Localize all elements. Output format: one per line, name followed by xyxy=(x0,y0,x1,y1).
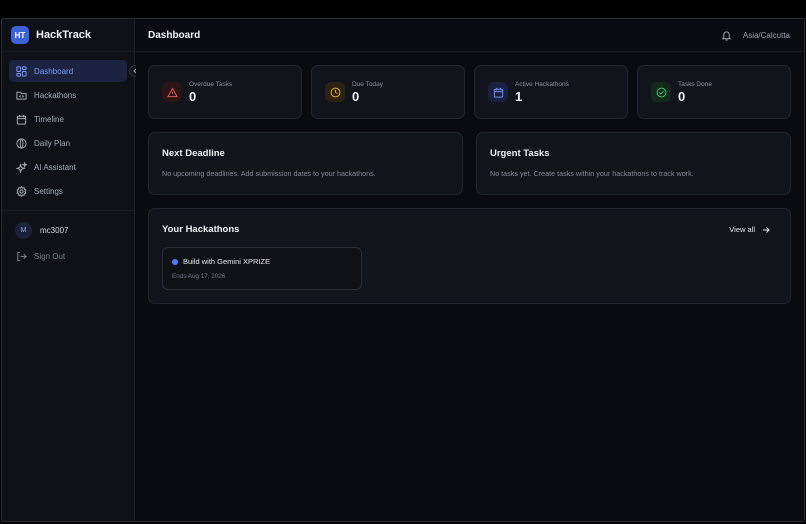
alert-triangle-icon xyxy=(166,86,178,97)
compass-icon xyxy=(16,137,27,149)
sidebar-item-label: Dashboard xyxy=(34,66,74,76)
card-text: No tasks yet. Create tasks within your h… xyxy=(490,169,694,178)
app-window: HT HackTrack Dashboard Hackathons Timeli… xyxy=(1,18,805,522)
timezone-label: Asia/Calcutta xyxy=(742,30,790,40)
stat-value: 1 xyxy=(515,88,523,104)
brand[interactable]: HT HackTrack xyxy=(2,19,134,52)
folder-code-icon xyxy=(16,91,27,100)
stat-card-overdue: Overdue Tasks 0 xyxy=(148,65,302,119)
stat-icon-bg xyxy=(651,82,671,102)
view-all-label: View all xyxy=(729,225,755,234)
hackathons-title: Your Hackathons xyxy=(162,224,240,235)
gear-icon xyxy=(16,185,27,197)
sidebar-item-label: Settings xyxy=(34,186,63,196)
sidebar-item-hackathons[interactable]: Hackathons xyxy=(9,84,127,106)
stat-card-tasks-done: Tasks Done 0 xyxy=(637,65,791,119)
stat-card-active-hackathons: Active Hackathons 1 xyxy=(474,65,628,119)
calendar-icon xyxy=(16,114,27,125)
urgent-tasks-card: Urgent Tasks No tasks yet. Create tasks … xyxy=(476,132,791,195)
card-title: Urgent Tasks xyxy=(490,148,550,159)
stat-card-due-today: Due Today 0 xyxy=(311,65,465,119)
stat-value: 0 xyxy=(189,88,197,104)
sidebar-item-daily-plan[interactable]: Daily Plan xyxy=(9,132,127,154)
sidebar-item-timeline[interactable]: Timeline xyxy=(9,108,127,130)
sign-out-button[interactable]: Sign Out xyxy=(9,245,127,267)
card-title: Next Deadline xyxy=(162,148,225,159)
user-profile[interactable]: M mc3007 xyxy=(9,219,127,241)
dashboard-content: Overdue Tasks 0 Due Today 0 Active Hacka… xyxy=(136,52,804,304)
top-strip xyxy=(0,0,806,18)
stat-label: Active Hackathons xyxy=(515,80,569,88)
stat-icon-bg xyxy=(162,82,182,102)
layout-dashboard-icon xyxy=(16,65,27,77)
view-all-link[interactable]: View all xyxy=(729,225,770,234)
next-deadline-card: Next Deadline No upcoming deadlines. Add… xyxy=(148,132,463,195)
clock-icon xyxy=(330,87,340,97)
header-right: Asia/Calcutta xyxy=(721,30,790,41)
status-dot xyxy=(172,258,178,265)
stat-icon-bg xyxy=(325,82,345,102)
sidebar-item-label: Timeline xyxy=(34,114,64,124)
avatar: M xyxy=(15,221,32,239)
hackathons-panel: Your Hackathons View all Build with Gemi… xyxy=(148,208,791,304)
sidebar-item-label: Hackathons xyxy=(34,90,77,100)
hackathon-end-date: Ends Aug 17, 2026 xyxy=(172,273,226,280)
sidebar-item-label: AI Assistant xyxy=(34,162,76,172)
stat-label: Tasks Done xyxy=(678,80,712,88)
main-content: Dashboard Asia/Calcutta Overdue Tasks 0 … xyxy=(136,19,804,521)
stat-value: 0 xyxy=(678,88,686,104)
header: Dashboard Asia/Calcutta xyxy=(136,19,804,52)
sign-out-label: Sign Out xyxy=(34,251,66,261)
brand-logo: HT xyxy=(11,26,29,44)
summary-row: Next Deadline No upcoming deadlines. Add… xyxy=(148,132,791,195)
hackathon-name: Build with Gemini XPRIZE xyxy=(183,257,271,266)
check-circle-icon xyxy=(656,87,666,97)
sidebar-divider xyxy=(2,210,134,211)
sparkles-icon xyxy=(16,161,27,173)
sidebar-item-settings[interactable]: Settings xyxy=(9,180,127,202)
sidebar-nav: Dashboard Hackathons Timeline Daily Plan xyxy=(2,52,134,202)
sidebar-item-ai-assistant[interactable]: AI Assistant xyxy=(9,156,127,178)
brand-name: HackTrack xyxy=(36,29,92,41)
sidebar-item-label: Daily Plan xyxy=(34,138,71,148)
sidebar: HT HackTrack Dashboard Hackathons Timeli… xyxy=(2,19,135,521)
card-text: No upcoming deadlines. Add submission da… xyxy=(162,169,376,178)
calendar-icon xyxy=(493,87,503,98)
bell-icon[interactable] xyxy=(721,30,732,41)
user-name: mc3007 xyxy=(40,225,69,235)
page-title: Dashboard xyxy=(148,29,201,41)
stat-icon-bg xyxy=(488,82,508,102)
stat-label: Due Today xyxy=(352,80,383,88)
stat-value: 0 xyxy=(352,88,360,104)
hackathon-card[interactable]: Build with Gemini XPRIZE Ends Aug 17, 20… xyxy=(162,247,362,290)
stats-row: Overdue Tasks 0 Due Today 0 Active Hacka… xyxy=(148,65,791,119)
stat-label: Overdue Tasks xyxy=(189,80,233,88)
arrow-right-icon xyxy=(763,226,770,233)
log-out-icon xyxy=(17,251,27,261)
sidebar-item-dashboard[interactable]: Dashboard xyxy=(9,60,127,82)
